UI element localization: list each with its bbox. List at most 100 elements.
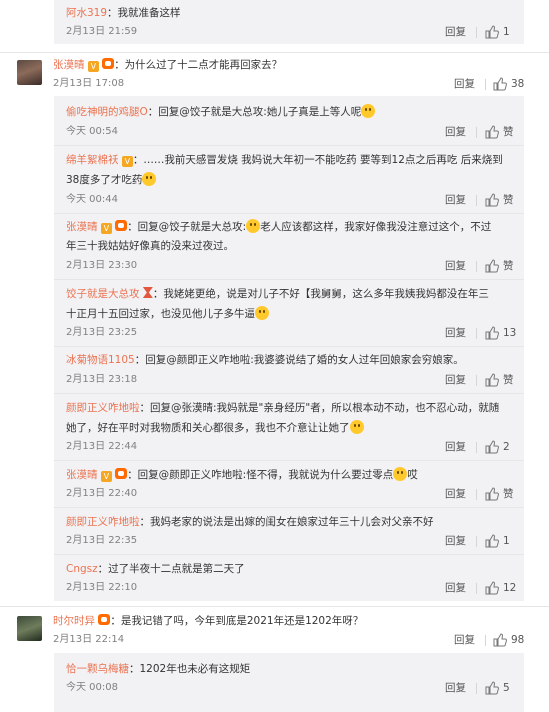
- reply-author[interactable]: 颜即正义咋地啦: [66, 402, 140, 414]
- comment-author[interactable]: 时尔时异: [53, 615, 95, 627]
- thumbs-up-icon: [493, 77, 507, 91]
- comment-time: 2月13日 17:08: [53, 78, 125, 89]
- divider: [54, 393, 524, 394]
- thumbs-up-icon: [485, 373, 499, 387]
- reply-time: 2月13日 23:30: [66, 260, 138, 271]
- avatar[interactable]: [17, 60, 42, 85]
- reply-time: 今天 00:54: [66, 126, 118, 137]
- thumbs-up-icon: [485, 440, 499, 454]
- reply-author[interactable]: 饺子就是大总攻: [66, 288, 140, 300]
- like-button[interactable]: 1: [485, 24, 510, 40]
- reply-time: 2月13日 23:25: [66, 327, 138, 338]
- divider: [485, 635, 486, 646]
- member-badge-icon: [98, 614, 111, 625]
- reply-button[interactable]: 回复: [454, 632, 475, 648]
- like-count: 1: [503, 26, 510, 38]
- reply-author[interactable]: 绵羊絮棉袄: [66, 154, 119, 166]
- reply-text: ：……我前天感冒发烧 我妈说大年初一不能吃药 要等到12点之后再吃 后来烧到: [132, 154, 503, 166]
- smile-emoji-icon: [361, 104, 376, 118]
- reply-author[interactable]: 偷吃神明的鸡腿O: [66, 106, 148, 118]
- vip-badge-icon: V: [87, 61, 99, 72]
- reply-line-cont: 十正月十五回过家，也没见他儿子多牛逼: [66, 306, 269, 322]
- sweat-emoji-icon: [255, 306, 269, 320]
- like-button[interactable]: 38: [493, 76, 524, 92]
- divider: [476, 328, 477, 339]
- comment-time: 2月13日 22:14: [53, 634, 125, 645]
- reply-button[interactable]: 回复: [445, 486, 466, 502]
- reply-button[interactable]: 回复: [445, 439, 466, 455]
- reply-button[interactable]: 回复: [445, 680, 466, 696]
- comment-author[interactable]: 阿水319: [66, 7, 107, 19]
- reply-author[interactable]: 颜即正义咋地啦: [66, 516, 140, 528]
- reply-text: 老人应该都这样，我家好像我没注意过这个，不过: [260, 221, 492, 233]
- reply-button[interactable]: 回复: [445, 372, 466, 388]
- like-button[interactable]: 赞: [485, 372, 514, 388]
- like-button[interactable]: 13: [485, 325, 516, 341]
- like-button[interactable]: 赞: [485, 192, 514, 208]
- reply-button[interactable]: 回复: [445, 24, 466, 40]
- reply-line: Cngsz：过了半夜十二点就是第二天了: [66, 561, 245, 577]
- reply-line: 张漠晴 V ：回复@颜即正义咋地啦:怪不得，我就说为什么要过零点 哎: [66, 467, 418, 483]
- reply-button[interactable]: 回复: [445, 580, 466, 596]
- reply-author[interactable]: 张漠晴: [66, 221, 98, 233]
- like-count: 13: [503, 327, 517, 339]
- reply-line-cont: 她了，好在平时对我物质和关心都很多，我也不介意让让她了: [66, 420, 364, 436]
- divider: [476, 683, 477, 694]
- divider: [54, 213, 524, 214]
- divider: [476, 375, 477, 386]
- reply-text: ：回复@颜即正义咋地啦:我婆婆说结了婚的女人过年回娘家会穷娘家。: [134, 354, 464, 366]
- like-button[interactable]: 2: [485, 439, 510, 455]
- like-button[interactable]: 12: [485, 580, 516, 596]
- thumbs-up-icon: [485, 193, 499, 207]
- thumbs-up-icon: [485, 326, 499, 340]
- like-button[interactable]: 98: [493, 632, 524, 648]
- reply-author[interactable]: 恰一颗乌梅糖: [66, 663, 129, 675]
- like-button[interactable]: 赞: [485, 486, 514, 502]
- reply-button[interactable]: 回复: [445, 258, 466, 274]
- reply-line-cont: 年三十我姑姑好像真的没来过夜过。: [66, 238, 234, 254]
- hourglass-badge-icon: [142, 287, 153, 298]
- reply-author[interactable]: 冰菊物语1105: [66, 354, 135, 366]
- sweat-emoji-icon: [393, 467, 408, 481]
- member-badge-icon: [115, 468, 128, 479]
- thumbs-up-icon: [485, 487, 499, 501]
- like-label: 赞: [503, 126, 514, 138]
- comment-line: 时尔时异 ：是我记错了吗，今年到底是2021年还是1202年呀？: [53, 613, 363, 629]
- avatar[interactable]: [17, 616, 42, 641]
- comment-time: 2月13日 21:59: [66, 26, 138, 37]
- reply-line: 饺子就是大总攻 ：我姥姥更绝，说是对儿子不好【我舅舅，这么多年我姨我妈都没在年三: [66, 286, 489, 302]
- reply-line: 颜即正义咋地啦：我妈老家的说法是出嫁的闺女在娘家过年三十儿会对父亲不好: [66, 514, 434, 530]
- reply-button[interactable]: 回复: [445, 325, 466, 341]
- thumbs-up-icon: [493, 633, 507, 647]
- reply-text: 十正月十五回过家，也没见他儿子多牛逼: [66, 308, 255, 320]
- like-label: 赞: [503, 194, 514, 206]
- reply-line-cont: 38度多了才吃药: [66, 172, 157, 188]
- divider: [0, 606, 549, 607]
- reply-time: 2月13日 22:35: [66, 535, 138, 546]
- divider: [54, 145, 524, 146]
- reply-line: 颜即正义咋地啦：回复@张漠晴:我妈就是"亲身经历"者，所以根本动不动，也不忍心动…: [66, 400, 499, 416]
- divider: [476, 442, 477, 453]
- reply-time: 2月13日 23:18: [66, 374, 138, 385]
- comment-author[interactable]: 张漠晴: [53, 59, 85, 71]
- like-label: 赞: [503, 374, 514, 386]
- like-button[interactable]: 5: [485, 680, 510, 696]
- like-button[interactable]: 赞: [485, 124, 514, 140]
- reply-line: 张漠晴 V ：回复@饺子就是大总攻: 老人应该都这样，我家好像我没注意过这个，不过: [66, 219, 491, 235]
- reply-button[interactable]: 回复: [454, 76, 475, 92]
- reply-button[interactable]: 回复: [445, 124, 466, 140]
- reply-button[interactable]: 回复: [445, 533, 466, 549]
- like-button[interactable]: 1: [485, 533, 510, 549]
- reply-button[interactable]: 回复: [445, 192, 466, 208]
- divider: [476, 27, 477, 38]
- like-button[interactable]: 赞: [485, 258, 514, 274]
- like-count: 5: [503, 682, 510, 694]
- like-count: 98: [511, 634, 525, 646]
- reply-author[interactable]: 张漠晴: [66, 469, 98, 481]
- vip-badge-icon: V: [100, 471, 112, 482]
- reply-text: 38度多了才吃药: [66, 174, 143, 186]
- reply-time: 2月13日 22:10: [66, 582, 138, 593]
- reply-author[interactable]: Cngsz: [66, 563, 98, 575]
- reply-line: 冰菊物语1105：回复@颜即正义咋地啦:我婆婆说结了婚的女人过年回娘家会穷娘家。: [66, 352, 464, 368]
- reply-text: ：1202年也未必有这规矩: [129, 663, 251, 675]
